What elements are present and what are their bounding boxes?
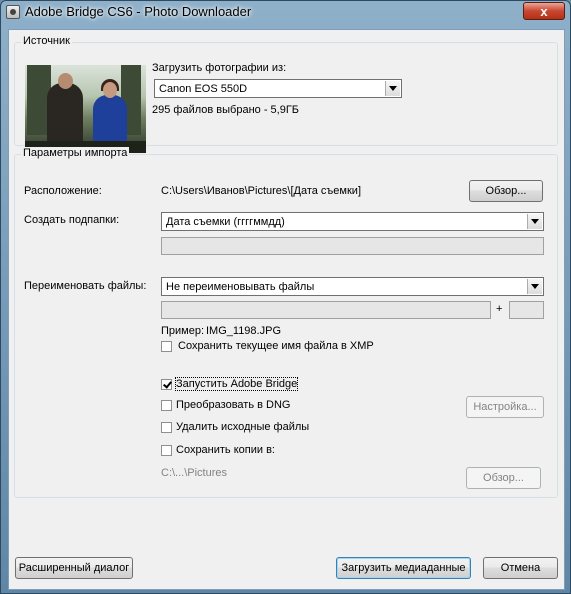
subfolders-label: Создать подпапки: (24, 214, 120, 226)
example-label: Пример: (161, 325, 205, 337)
selection-summary: 295 файлов выбрано - 5,9ГБ (152, 104, 300, 116)
plus-sign: + (496, 303, 503, 315)
subfolder-custom-field[interactable] (161, 237, 544, 255)
delete-originals-label[interactable]: Удалить исходные файлы (176, 421, 309, 433)
subfolders-select-value: Дата съемки (ггггммдд) (166, 216, 285, 228)
source-group: Источник Загрузить фотографии из: Canon … (14, 35, 558, 153)
launch-bridge-label[interactable]: Запустить Adobe Bridge (174, 377, 299, 391)
download-media-button[interactable]: Загрузить медиаданные (336, 557, 471, 579)
cancel-button[interactable]: Отмена (483, 557, 558, 579)
save-copies-checkbox[interactable] (161, 445, 172, 456)
advanced-dialog-button[interactable]: Расширенный диалог (15, 557, 133, 579)
dng-settings-button[interactable]: Настройка... (466, 396, 544, 418)
example-value: IMG_1198.JPG (206, 325, 281, 337)
copies-path: C:\...\Pictures (161, 467, 228, 479)
delete-originals-checkbox[interactable] (161, 422, 172, 433)
rename-select-value: Не переименовывать файлы (166, 281, 315, 293)
launch-bridge-checkbox[interactable] (161, 379, 172, 390)
keep-name-checkbox[interactable] (161, 341, 172, 352)
rename-number-field[interactable] (509, 301, 544, 319)
source-thumbnail (25, 65, 146, 153)
import-params-label: Параметры импорта (21, 147, 130, 159)
browse-copies-button[interactable]: Обзор... (466, 467, 541, 489)
dialog-body: Источник Загрузить фотографии из: Canon … (8, 29, 565, 590)
photo-downloader-window: Adobe Bridge CS6 - Photo Downloader x Ис… (0, 0, 571, 594)
location-value: C:\Users\Иванов\Pictures\[Дата съемки] (161, 185, 362, 197)
load-from-label: Загрузить фотографии из: (152, 62, 287, 74)
close-button[interactable]: x (523, 2, 565, 20)
convert-dng-checkbox[interactable] (161, 400, 172, 411)
location-label: Расположение: (24, 185, 102, 197)
rename-select[interactable]: Не переименовывать файлы (161, 277, 544, 296)
device-select[interactable]: Canon EOS 550D (154, 79, 402, 98)
rename-label: Переименовать файлы: (24, 280, 147, 292)
rename-text-field[interactable] (161, 301, 491, 319)
keep-name-label[interactable]: Сохранить текущее имя файла в XMP (178, 340, 374, 352)
import-params-group: Параметры импорта Расположение: C:\Users… (14, 147, 558, 498)
app-icon (6, 5, 20, 19)
subfolders-select[interactable]: Дата съемки (ггггммдд) (161, 212, 544, 231)
save-copies-label[interactable]: Сохранить копии в: (176, 444, 275, 456)
chevron-down-icon[interactable] (527, 214, 542, 229)
browse-location-button[interactable]: Обзор... (469, 180, 543, 202)
device-select-value: Canon EOS 550D (159, 83, 248, 95)
source-group-label: Источник (21, 35, 72, 47)
window-title: Adobe Bridge CS6 - Photo Downloader (25, 4, 252, 19)
title-bar[interactable]: Adobe Bridge CS6 - Photo Downloader x (1, 1, 570, 23)
convert-dng-label[interactable]: Преобразовать в DNG (176, 399, 290, 411)
chevron-down-icon[interactable] (385, 81, 400, 96)
chevron-down-icon[interactable] (527, 279, 542, 294)
